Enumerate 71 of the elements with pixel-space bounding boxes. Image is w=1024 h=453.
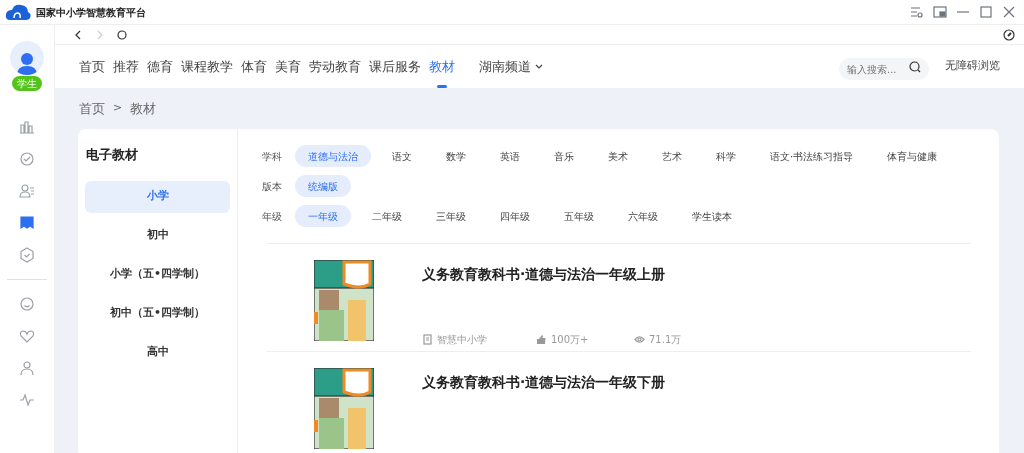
filter-option[interactable]: 三年级 [423,205,479,227]
filter-option[interactable]: 体育与健康 [874,145,951,167]
nav-tab[interactable]: 教材 [429,45,455,88]
nav-tab[interactable]: 劳动教育 [309,45,361,88]
level-tab[interactable]: 小学 [85,180,230,213]
filter-label: 学科 [262,149,283,164]
window-title: 国家中小学智慧教育平台 [36,5,146,20]
book-title[interactable]: 义务教育教科书·道德与法治一年级上册 [422,264,971,285]
like-count: 100万+ [551,333,589,347]
filter-option[interactable]: 语文·书法练习指导 [757,145,867,167]
filter-option[interactable]: 六年级 [615,205,671,227]
search-field[interactable]: 输入搜索... [839,58,929,80]
breadcrumb-separator: > [113,100,123,117]
cloud-logo-icon [4,2,32,22]
compass-icon[interactable] [1002,27,1016,42]
role-badge: 学生 [12,76,42,91]
avatar[interactable] [10,41,44,75]
filter-option[interactable]: 统编版 [295,175,351,197]
user-list-icon [18,182,36,200]
view-count: 71.1万 [649,333,682,347]
smiley-icon [18,295,36,313]
filter-option[interactable]: 四年级 [487,205,543,227]
filter-option[interactable]: 一年级 [295,205,351,227]
document-icon [422,334,433,345]
filter-option[interactable]: 语文 [379,145,425,167]
eye-icon [634,334,645,345]
nav-tab[interactable]: 首页 [79,45,105,88]
nav-tab[interactable]: 美育 [275,45,301,88]
nav-tab[interactable]: 推荐 [113,45,139,88]
level-tab[interactable]: 初中 [85,219,230,252]
filter-option[interactable]: 道德与法治 [295,145,371,167]
accessibility-link[interactable]: 无障碍浏览 [945,45,1000,88]
check-circle-icon [18,150,36,168]
person-icon [18,359,36,377]
filter-option[interactable]: 英语 [487,145,533,167]
filter-option[interactable]: 数学 [433,145,479,167]
minimize-icon [956,11,969,13]
book-cover-drawing[interactable] [314,260,374,341]
publisher-name: 智慧中小学 [437,333,487,347]
panel-title: 电子教材 [86,146,138,164]
level-tab[interactable]: 初中（五•四学制） [85,297,230,330]
hexagon-check-icon [18,246,36,264]
filter-label: 版本 [262,179,283,194]
channel-dropdown[interactable]: 湖南频道 [479,45,543,88]
pulse-icon [18,391,36,409]
nav-tab[interactable]: 课程教学 [181,45,233,88]
filter-option[interactable]: 科学 [703,145,749,167]
breadcrumb-link[interactable]: 首页 [79,98,105,119]
chevron-down-icon [535,63,543,70]
filter-option[interactable]: 美术 [595,145,641,167]
book-cover-drawing[interactable] [314,368,374,449]
filter-option[interactable]: 学生读本 [679,205,745,227]
filter-option[interactable]: 二年级 [359,205,415,227]
heart-icon [18,327,36,345]
filter-option[interactable]: 五年级 [551,205,607,227]
nav-tab[interactable]: 德育 [147,45,173,88]
level-tab[interactable]: 高中 [85,336,230,369]
search-icon [909,60,921,73]
picture-in-picture-icon [930,3,949,21]
filter-label: 年级 [262,209,283,224]
channel-label: 湖南频道 [479,57,531,76]
nav-tab[interactable]: 体育 [241,45,267,88]
book-title[interactable]: 义务教育教科书·道德与法治一年级下册 [422,372,971,393]
nav-tab[interactable]: 课后服务 [369,45,421,88]
filter-option[interactable]: 音乐 [541,145,587,167]
reload-icon[interactable] [115,27,129,42]
thumbs-up-icon [536,334,547,345]
bar-chart-icon [18,118,36,136]
level-tab[interactable]: 小学（五•四学制） [85,258,230,291]
filter-option[interactable]: 艺术 [649,145,695,167]
breadcrumb-link[interactable]: 教材 [130,98,157,119]
